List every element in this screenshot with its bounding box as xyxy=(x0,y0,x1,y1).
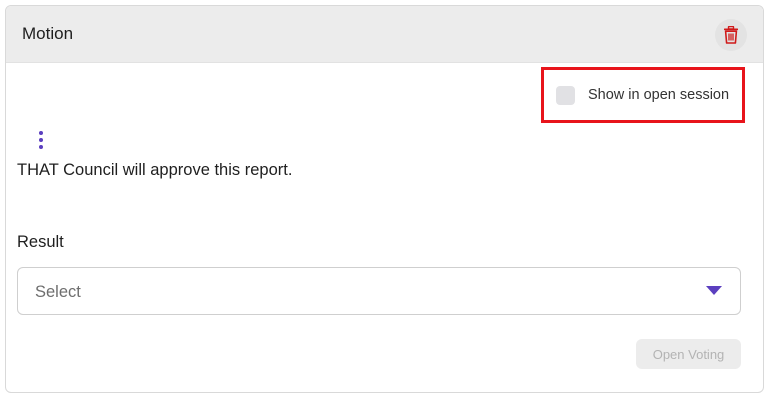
result-select[interactable]: Select xyxy=(17,267,741,315)
show-in-open-session-checkbox[interactable] xyxy=(556,86,575,105)
select-placeholder: Select xyxy=(35,283,81,301)
open-voting-button[interactable]: Open Voting xyxy=(636,339,741,369)
card-header: Motion xyxy=(6,6,763,63)
show-in-open-session-label[interactable]: Show in open session xyxy=(588,87,729,103)
caret-down-icon xyxy=(706,286,722,295)
motion-card: Motion xyxy=(5,5,764,393)
kebab-menu-icon[interactable] xyxy=(34,129,48,151)
result-label: Result xyxy=(17,233,64,251)
delete-button[interactable] xyxy=(715,19,747,51)
motion-text: THAT Council will approve this report. xyxy=(17,161,293,179)
card-title: Motion xyxy=(22,24,74,43)
trash-icon xyxy=(724,26,738,44)
